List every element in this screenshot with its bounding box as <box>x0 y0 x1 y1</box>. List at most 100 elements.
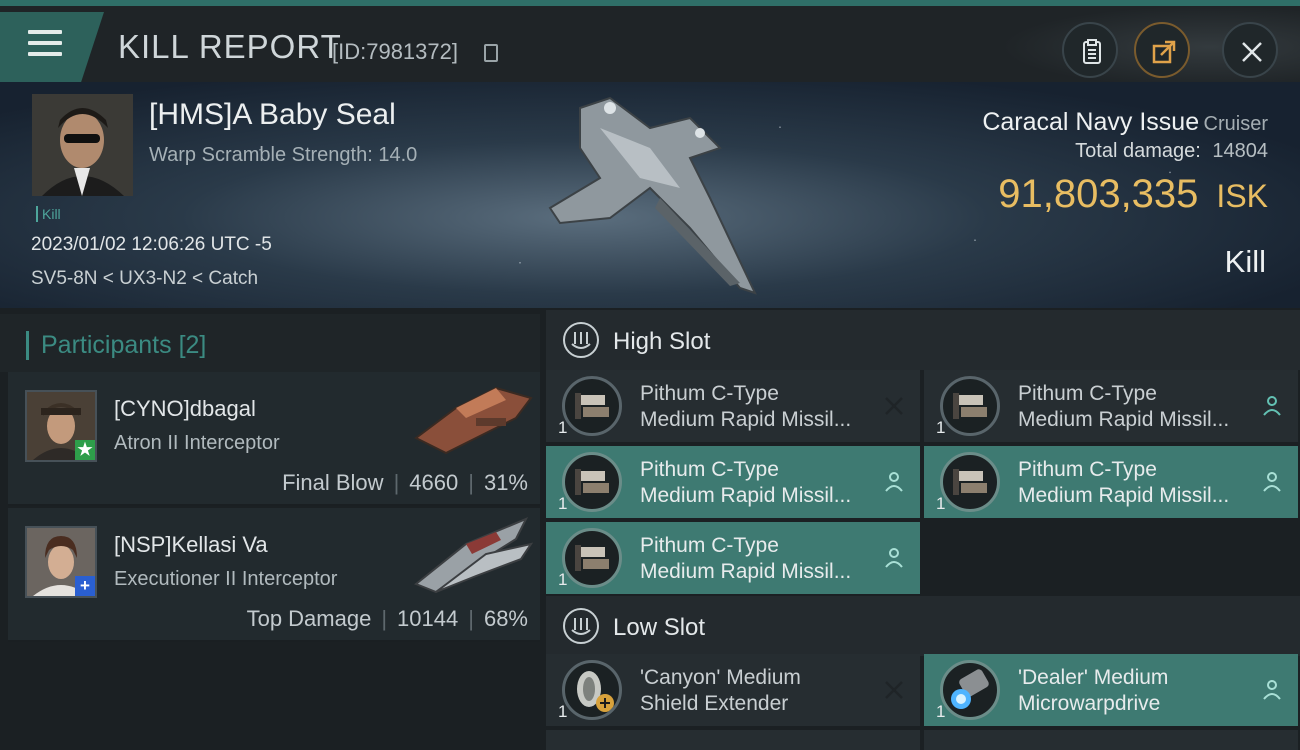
victim-portrait[interactable] <box>32 94 133 196</box>
green-star-badge-icon: ★ <box>75 440 95 460</box>
low-slot-title: Low Slot <box>613 614 706 641</box>
participant-damage: 4660 <box>409 470 459 495</box>
high-slot-title: High Slot <box>613 328 711 355</box>
participant-ship: Executioner II Interceptor <box>114 568 338 590</box>
participants-title-text: Participants <box>41 331 172 359</box>
page-title: KILL REPORT <box>118 28 342 65</box>
microwarpdrive-icon <box>940 660 1000 720</box>
module-item[interactable]: 1 Pithum C-Type Medium Rapid Missil... <box>924 370 1298 442</box>
low-slot-header: Low Slot <box>546 596 1300 656</box>
participants-count: [2] <box>178 331 207 359</box>
kill-datetime: 2023/01/02 12:06:26 UTC -5 <box>31 234 272 255</box>
participant-ship-image <box>414 517 534 594</box>
warp-scramble-text: Warp Scramble Strength: 14.0 <box>149 144 418 166</box>
module-item[interactable]: 1 'Dealer' Medium Microwarpdrive <box>924 654 1298 726</box>
module-count: 1 <box>558 702 568 721</box>
participant-name[interactable]: [CYNO]dbagal <box>114 396 256 422</box>
ship-name[interactable]: Caracal Navy Issue <box>982 108 1199 136</box>
participant-damage: 10144 <box>397 606 459 631</box>
low-slot-icon <box>563 608 599 644</box>
module-item[interactable] <box>924 730 1298 750</box>
close-icon <box>885 397 903 415</box>
module-count: 1 <box>558 418 568 437</box>
module-item[interactable]: 1 'Canyon' Medium Shield Extender <box>546 654 920 726</box>
high-slot-icon <box>563 322 599 358</box>
participant-percent: 31% <box>483 470 528 495</box>
person-icon <box>1263 680 1281 700</box>
module-name-line1: 'Dealer' Medium <box>1018 666 1169 689</box>
module-name-line2: Medium Rapid Missil... <box>640 408 852 431</box>
module-name-line1: Pithum C-Type <box>640 534 779 557</box>
participants-header: Participants [2] <box>0 314 540 372</box>
isk-unit: ISK <box>1216 178 1268 214</box>
hamburger-icon <box>28 30 62 63</box>
isk-value-line: 91,803,335 ISK <box>998 172 1268 217</box>
result-label: Kill <box>1224 244 1266 279</box>
ship-type-line: Caracal Navy Issue Cruiser <box>982 108 1268 137</box>
ship-class: Cruiser <box>1203 113 1268 135</box>
module-item[interactable]: 1 Pithum C-Type Medium Rapid Missil... <box>546 522 920 594</box>
person-icon <box>885 472 903 492</box>
portrait-image <box>32 94 133 196</box>
participant-role: Final Blow <box>282 470 384 495</box>
victim-banner: [HMS]A Baby Seal Warp Scramble Strength:… <box>0 82 1300 308</box>
module-count: 1 <box>558 570 568 589</box>
copy-icon[interactable] <box>484 44 498 62</box>
person-icon <box>1263 472 1281 492</box>
module-name-line2: Shield Extender <box>640 692 789 715</box>
menu-button[interactable] <box>0 12 104 82</box>
total-damage-value: 14804 <box>1212 140 1268 162</box>
module-count: 1 <box>936 418 946 437</box>
missile-launcher-icon <box>562 452 622 512</box>
module-item[interactable]: 1 Pithum C-Type Medium Rapid Missil... <box>924 446 1298 518</box>
module-name-line2: Microwarpdrive <box>1018 692 1161 715</box>
person-icon <box>885 548 903 568</box>
participant-card[interactable]: + [NSP]Kellasi Va Executioner II Interce… <box>8 508 540 642</box>
module-name-line2: Medium Rapid Missil... <box>640 484 852 507</box>
module-name-line1: Pithum C-Type <box>640 458 779 481</box>
kill-tag: Kill <box>36 206 61 222</box>
module-name-line1: Pithum C-Type <box>1018 458 1157 481</box>
missile-launcher-icon <box>940 376 1000 436</box>
victim-name[interactable]: [HMS]A Baby Seal <box>149 98 396 132</box>
victim-ship-image <box>548 96 757 295</box>
kill-id: [ID:7981372] <box>332 39 458 64</box>
module-count: 1 <box>936 702 946 721</box>
participant-card[interactable]: ★ [CYNO]dbagal Atron II Interceptor Fina… <box>8 372 540 506</box>
high-slot-header: High Slot <box>546 310 1300 370</box>
module-item[interactable]: 1 Pithum C-Type Medium Rapid Missil... <box>546 370 920 442</box>
isk-value: 91,803,335 <box>998 172 1199 216</box>
share-button[interactable] <box>1134 22 1190 78</box>
participants-panel: Participants [2] ★ [CYNO]dbagal Atron II… <box>0 308 540 750</box>
close-icon <box>885 681 903 699</box>
module-name-line1: Pithum C-Type <box>1018 382 1157 405</box>
module-count: 1 <box>936 494 946 513</box>
module-name-line2: Medium Rapid Missil... <box>640 560 852 583</box>
kill-location-route[interactable]: SV5-8N < UX3-N2 < Catch <box>31 268 258 290</box>
blue-plus-badge-icon: + <box>75 576 95 596</box>
participant-ship-image <box>414 386 533 455</box>
shield-extender-icon <box>562 660 622 720</box>
participant-stats: Final Blow | 4660 | 31% <box>282 470 528 495</box>
participants-title: Participants [2] <box>26 331 206 360</box>
module-name-line2: Medium Rapid Missil... <box>1018 484 1230 507</box>
person-icon <box>1263 396 1281 416</box>
close-icon <box>1242 42 1262 62</box>
module-name-line1: 'Canyon' Medium <box>640 666 801 689</box>
fitting-panel: High Slot 1 Pithum C-Type Medium Rapid M… <box>540 308 1300 750</box>
participant-stats: Top Damage | 10144 | 68% <box>246 606 528 631</box>
total-damage-label: Total damage: <box>1075 140 1201 162</box>
close-button[interactable] <box>1222 22 1278 78</box>
participant-avatar[interactable]: + <box>25 526 97 598</box>
missile-launcher-icon <box>562 528 622 588</box>
module-item[interactable]: 1 Pithum C-Type Medium Rapid Missil... <box>546 446 920 518</box>
clipboard-icon <box>1083 39 1101 64</box>
module-item[interactable] <box>546 730 920 750</box>
clipboard-button[interactable] <box>1062 22 1118 78</box>
module-name-line2: Medium Rapid Missil... <box>1018 408 1230 431</box>
header-bar: KILL REPORT [ID:7981372] <box>0 0 1300 88</box>
participant-name[interactable]: [NSP]Kellasi Va <box>114 532 268 558</box>
participant-percent: 68% <box>483 606 528 631</box>
participant-avatar[interactable]: ★ <box>25 390 97 462</box>
share-icon <box>1152 40 1176 64</box>
